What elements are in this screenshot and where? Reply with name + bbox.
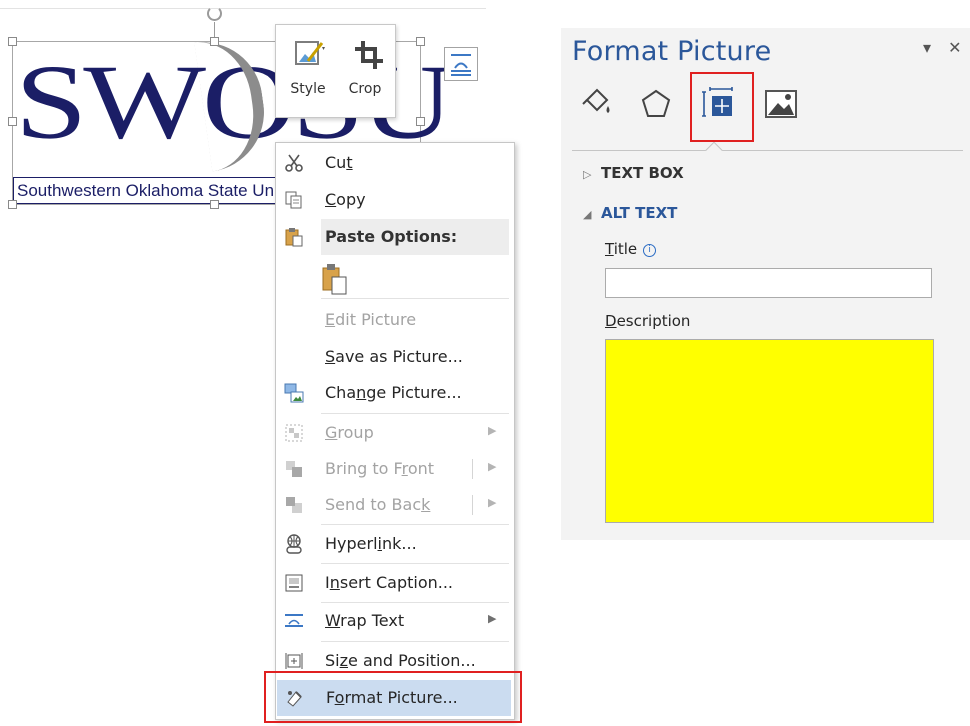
format-picture-pane: Format Picture ▾ ✕ ▷ TEXT BOX ◢ ALT TEXT… [561,28,970,540]
info-icon[interactable]: i [643,244,657,257]
change-picture-icon [284,383,304,403]
menu-item-insert-caption[interactable]: Insert Caption... [276,565,514,601]
resize-handle-top-right[interactable] [416,37,425,46]
size-and-position-icon [285,653,303,669]
style-button[interactable]: Style [280,25,336,119]
paste-options-header: Paste Options: [321,219,509,255]
style-button-label: Style [290,81,326,97]
document-top-edge [0,8,486,9]
send-to-back-icon [286,497,302,513]
menu-separator [321,641,509,642]
paste-keep-formatting-button[interactable] [316,260,366,302]
hyperlink-icon [286,534,302,554]
menu-separator [321,524,509,525]
menu-separator [321,298,509,299]
menu-separator [321,413,509,414]
resize-handle-bottom[interactable] [210,200,219,209]
fill-line-icon [582,88,610,113]
picture-style-icon [295,41,325,65]
crop-button-label: Crop [348,81,382,97]
resize-handle-top[interactable] [210,37,219,46]
resize-handle-bottom-left[interactable] [8,200,17,209]
alt-text-description-input[interactable] [605,339,934,523]
menu-item-cut[interactable]: Cut [276,145,514,181]
alt-text-title-input[interactable] [605,268,932,298]
submenu-arrow-icon: ▶ [488,424,497,437]
crop-button[interactable]: Crop [337,25,393,119]
rotate-handle-icon[interactable] [207,6,222,21]
tab-fill-line[interactable] [579,86,615,122]
menu-separator [321,563,509,564]
layout-options-button[interactable] [444,47,478,81]
submenu-arrow-icon: ▶ [488,460,497,473]
effects-icon [641,89,671,117]
context-menu: Cut Copy Paste Options: Edit Picture Sav… [275,142,515,720]
paste-options-icon-cell [276,219,326,255]
expand-triangle-icon: ◢ [583,208,592,221]
pane-title: Format Picture [572,36,772,67]
layout-options-icon [451,54,471,76]
section-text-box[interactable]: ▷ TEXT BOX [583,164,684,182]
bring-to-front-icon [286,461,302,477]
picture-icon [765,90,797,118]
menu-item-wrap-text[interactable]: Wrap Text ▶ [276,603,514,639]
pane-tab-divider [572,150,963,151]
mini-toolbar: Style Crop [275,24,396,118]
menu-item-bring-to-front: Bring to Front ▶ [276,451,514,487]
submenu-arrow-icon: ▶ [488,612,497,625]
resize-handle-right[interactable] [416,117,425,126]
collapse-triangle-icon: ▷ [583,168,592,181]
resize-handle-left[interactable] [8,117,17,126]
alt-text-description-label: Description [605,312,691,330]
highlight-box-format-picture [264,671,522,723]
crop-icon [355,41,383,69]
menu-item-edit-picture: Edit Picture [325,310,417,329]
section-alt-text[interactable]: ◢ ALT TEXT [583,204,677,222]
cut-icon [285,154,303,172]
menu-item-copy[interactable]: Copy [276,182,514,218]
wrap-text-icon [285,614,303,627]
tab-picture[interactable] [763,86,799,122]
resize-handle-top-left[interactable] [8,37,17,46]
pane-options-close-controls[interactable]: ▾ ✕ [923,38,968,57]
paste-picture-icon [322,264,347,295]
group-icon [285,424,303,442]
menu-item-change-picture[interactable]: Change Picture... [276,375,514,411]
alt-text-title-label: Title i [605,240,657,258]
submenu-arrow-icon: ▶ [488,496,497,509]
active-tab-indicator [705,141,723,159]
tab-effects[interactable] [638,86,674,122]
menu-item-save-as-picture[interactable]: Save as Picture... [276,339,514,375]
menu-item-hyperlink[interactable]: Hyperlink... [276,526,514,562]
rotate-handle-stem [214,22,215,37]
menu-item-group: Group ▶ [276,415,514,451]
insert-caption-icon [285,574,303,592]
menu-item-send-to-back: Send to Back ▶ [276,487,514,523]
highlight-box-layout-tab [690,72,754,142]
copy-icon [285,191,302,209]
paste-icon [285,228,303,247]
